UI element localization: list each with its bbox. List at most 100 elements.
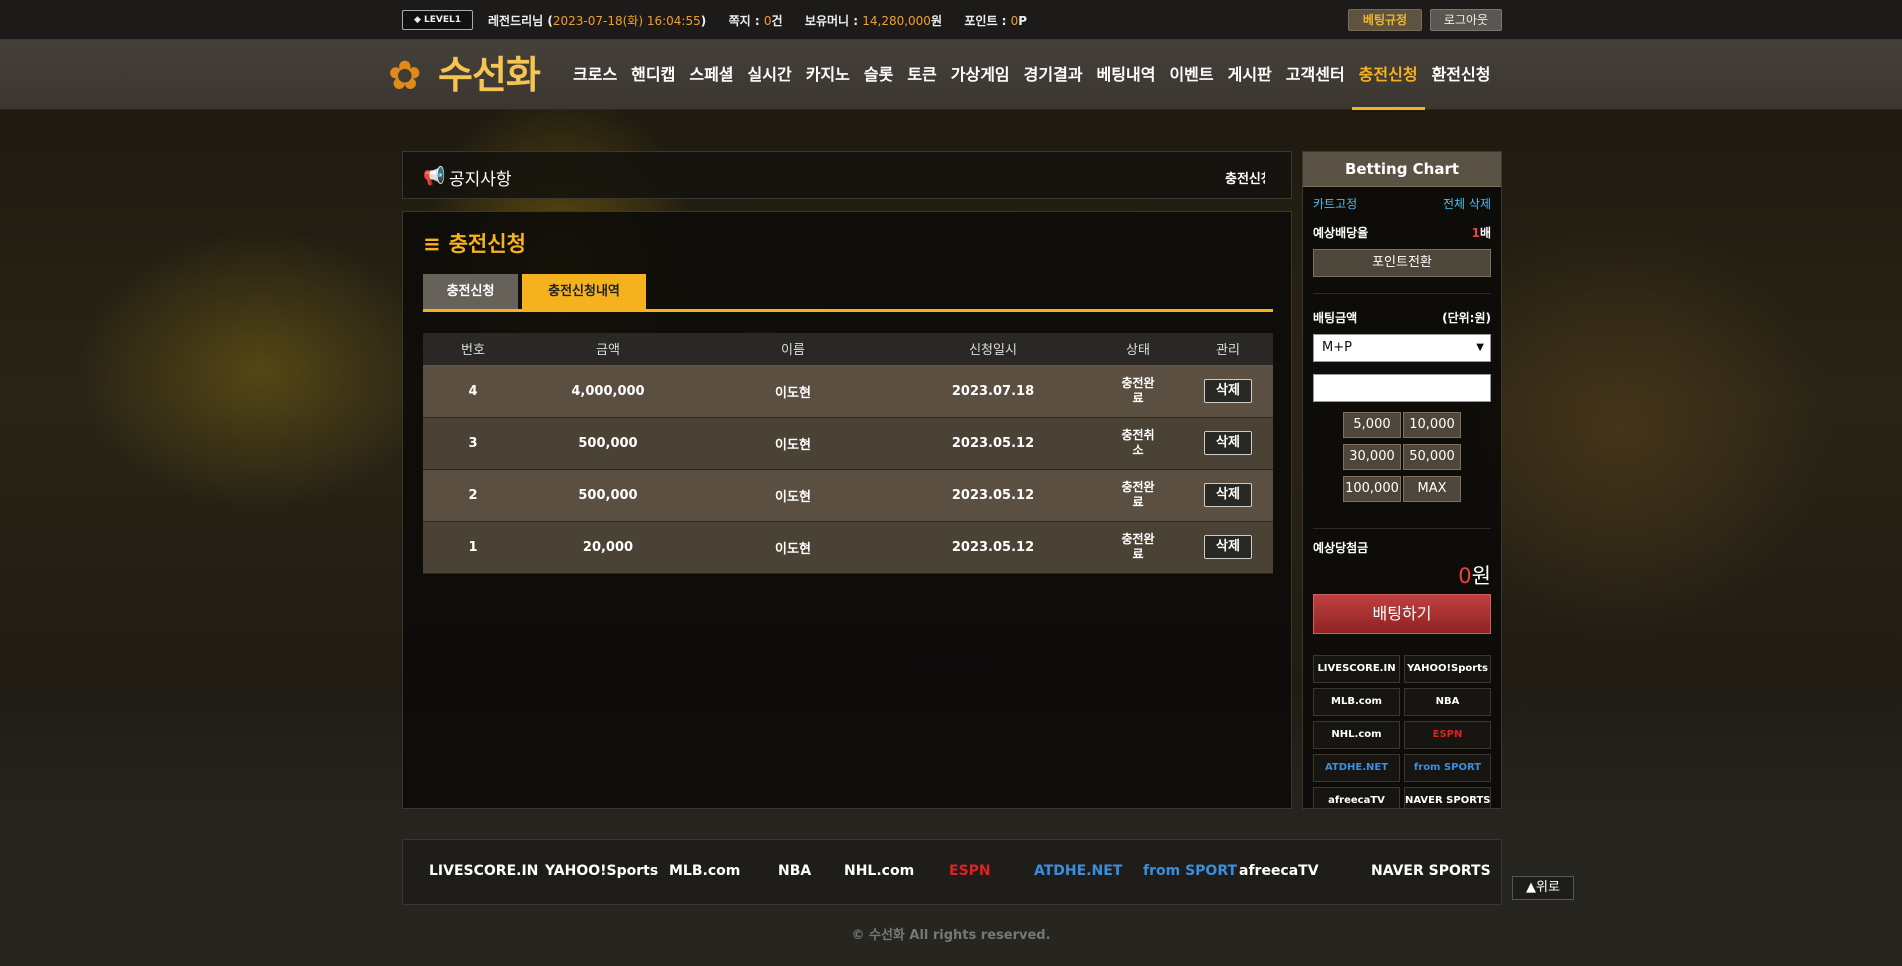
logout-button[interactable]: 로그아웃	[1430, 9, 1502, 31]
notice-bar: 📢 공지사항 충전신청	[402, 151, 1292, 199]
nav-item[interactable]: 환전신청	[1425, 40, 1498, 110]
money-type-select[interactable]: M+P ▼	[1313, 334, 1491, 362]
bet-amount-input[interactable]	[1313, 374, 1491, 402]
amount-chip-button[interactable]: MAX	[1403, 476, 1461, 502]
row-number: 2	[423, 469, 523, 522]
row-date: 2023.05.12	[893, 417, 1093, 470]
footer-logo-link[interactable]: ESPN	[949, 863, 991, 879]
nav-item[interactable]: 베팅내역	[1090, 40, 1163, 110]
nav-item[interactable]: 스페셜	[682, 40, 740, 110]
nav-item[interactable]: 슬롯	[857, 40, 900, 110]
row-amount: 20,000	[523, 521, 693, 574]
footer-logo-link[interactable]: YAHOO!Sports	[545, 863, 658, 879]
nav-item[interactable]: 충전신청	[1351, 40, 1425, 110]
col-manage: 관리	[1183, 333, 1273, 366]
nav-item[interactable]: 게시판	[1221, 40, 1279, 110]
row-amount: 4,000,000	[523, 365, 693, 418]
notice-ticker[interactable]: 충전신청	[1225, 168, 1265, 187]
partner-logo-link[interactable]: from SPORT	[1404, 754, 1491, 782]
nav-item[interactable]: 실시간	[741, 40, 799, 110]
amount-chip-button[interactable]: 30,000	[1343, 444, 1401, 470]
footer-logo-link[interactable]: afreecaTV	[1239, 863, 1319, 879]
footer-logo-link[interactable]: LIVESCORE.IN	[429, 863, 538, 879]
footer-logo-link[interactable]: NAVER SPORTS	[1371, 863, 1491, 879]
unit-label: (단위:원)	[1442, 311, 1491, 325]
nav-item[interactable]: 경기결과	[1017, 40, 1090, 110]
current-datetime: 2023-07-18(화) 16:04:55	[552, 14, 701, 28]
partner-logo-link[interactable]: LIVESCORE.IN	[1313, 655, 1400, 683]
notice-title: 공지사항	[449, 170, 512, 190]
partner-logo-link[interactable]: NBA	[1404, 688, 1491, 716]
delete-button[interactable]: 삭제	[1204, 379, 1252, 403]
scroll-top-button[interactable]: ▲위로	[1512, 876, 1574, 900]
user-name: 레전드리님 (	[488, 14, 553, 28]
cart-fix-link[interactable]: 카트고정	[1313, 197, 1357, 211]
note-label[interactable]: 쪽지 :	[729, 14, 764, 28]
footer-logo-link[interactable]: from SPORT	[1143, 863, 1237, 879]
page-title: ≡ 충전신청	[423, 232, 526, 256]
amount-chip-button[interactable]: 5,000	[1343, 412, 1401, 438]
partner-logo-link[interactable]: MLB.com	[1313, 688, 1400, 716]
nav-item[interactable]: 이벤트	[1162, 40, 1220, 110]
delete-button[interactable]: 삭제	[1204, 535, 1252, 559]
amount-chip-button[interactable]: 50,000	[1403, 444, 1461, 470]
partner-logo-link[interactable]: NAVER SPORTS	[1404, 787, 1491, 808]
footer-logo-link[interactable]: NHL.com	[844, 863, 914, 879]
col-date: 신청일시	[893, 333, 1093, 366]
footer-partner-logos: LIVESCORE.IN YAHOO!Sports MLB.com NBA NHL.co…	[402, 839, 1502, 905]
footer-logo-link[interactable]: MLB.com	[669, 863, 740, 879]
tab-deposit-history[interactable]: 충전신청내역	[522, 274, 646, 309]
nav-item[interactable]: 크로스	[566, 40, 624, 110]
site-logo[interactable]: ✿ 수선화	[388, 50, 548, 100]
betting-rules-button[interactable]: 베팅규정	[1348, 9, 1422, 31]
row-number: 3	[423, 417, 523, 470]
place-bet-button[interactable]: 배팅하기	[1313, 594, 1491, 634]
megaphone-icon: 📢	[423, 166, 446, 187]
top-bar: ◆ LEVEL1 레전드리님 (2023-07-18(화) 16:04:55) …	[0, 0, 1902, 40]
tab-deposit-request[interactable]: 충전신청	[423, 274, 518, 309]
nav-item[interactable]: 핸디캡	[624, 40, 682, 110]
row-date: 2023.05.12	[893, 469, 1093, 522]
nav-item[interactable]: 카지노	[799, 40, 857, 110]
nav-item[interactable]: 토큰	[900, 40, 943, 110]
point-convert-button[interactable]: 포인트전환	[1313, 249, 1491, 277]
row-name: 이도현	[693, 365, 893, 418]
betting-chart-panel: Betting Chart 카트고정 전체 삭제 예상배당율 1배 포인트전환 …	[1302, 151, 1502, 809]
table-header-row: 번호 금액 이름 신청일시 상태 관리	[423, 333, 1273, 366]
delete-button[interactable]: 삭제	[1204, 483, 1252, 507]
copyright: © 수선화 All rights reserved.	[851, 928, 1051, 943]
partner-logo-link[interactable]: NHL.com	[1313, 721, 1400, 749]
expected-odds-value: 1	[1471, 226, 1480, 240]
amount-chip-button[interactable]: 100,000	[1343, 476, 1401, 502]
table-row: 2 500,000 이도현 2023.05.12 충전완료 삭제	[423, 469, 1273, 522]
nav-item[interactable]: 고객센터	[1279, 40, 1352, 110]
nav-item[interactable]: 가상게임	[944, 40, 1017, 110]
row-number: 4	[423, 365, 523, 418]
partner-logo-link[interactable]: ATDHE.NET	[1313, 754, 1400, 782]
footer-logo-link[interactable]: NBA	[778, 863, 811, 879]
partner-logo-link[interactable]: afreecaTV	[1313, 787, 1400, 808]
col-name: 이름	[693, 333, 893, 366]
footer-logo-link[interactable]: ATDHE.NET	[1034, 863, 1122, 879]
delete-button[interactable]: 삭제	[1204, 431, 1252, 455]
col-number: 번호	[423, 333, 523, 366]
amount-chip-button[interactable]: 10,000	[1403, 412, 1461, 438]
tabs: 충전신청 충전신청내역	[423, 274, 1273, 312]
row-status: 충전완료	[1121, 532, 1155, 561]
logo-text: 수선화	[438, 52, 541, 97]
expected-win-amount: 0원	[1458, 564, 1491, 588]
partner-logo-link[interactable]: YAHOO!Sports	[1404, 655, 1491, 683]
table-row: 1 20,000 이도현 2023.05.12 충전완료 삭제	[423, 521, 1273, 574]
flower-icon: ✿	[388, 53, 422, 99]
row-status: 충전완료	[1121, 376, 1155, 405]
table-row: 4 4,000,000 이도현 2023.07.18 충전완료 삭제	[423, 365, 1273, 418]
row-name: 이도현	[693, 469, 893, 522]
user-info: 레전드리님 (2023-07-18(화) 16:04:55) 쪽지 : 0건 보…	[488, 14, 1028, 28]
clear-all-link[interactable]: 전체 삭제	[1443, 195, 1491, 212]
bet-amount-label: 배팅금액	[1313, 311, 1358, 325]
point-label: 포인트 :	[964, 14, 1011, 28]
row-name: 이도현	[693, 417, 893, 470]
partner-logo-link[interactable]: ESPN	[1404, 721, 1491, 749]
expected-odds-label: 예상배당율	[1313, 226, 1369, 240]
deposit-panel: ≡ 충전신청 충전신청 충전신청내역 번호 금액 이름 신청일시 상태 관리 44…	[402, 211, 1292, 809]
